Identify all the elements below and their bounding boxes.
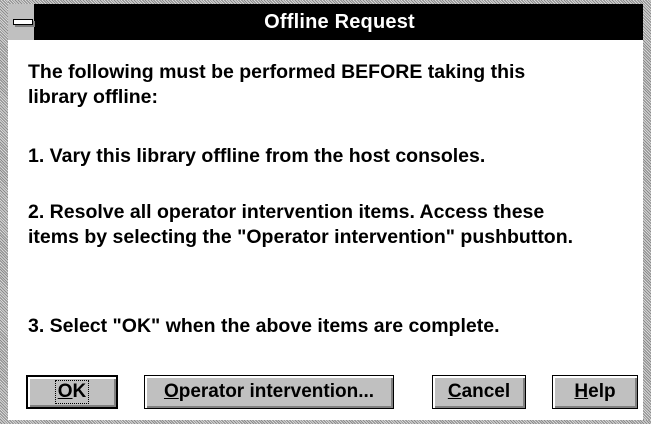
cancel-label-rest: ancel — [461, 381, 511, 402]
dialog-body: The following must be performed BEFORE t… — [8, 40, 643, 420]
step-3-text: 3. Select "OK" when the above items are … — [28, 315, 500, 337]
step-2-text: 2. Resolve all operator intervention ite… — [28, 200, 573, 250]
help-mnemonic: H — [574, 381, 589, 402]
operator-intervention-button[interactable]: Operator intervention... — [144, 375, 394, 409]
ok-label-rest: K — [72, 381, 87, 402]
window-title: Offline Request — [264, 11, 415, 33]
intro-text: The following must be performed BEFORE t… — [28, 60, 525, 110]
window-frame-right[interactable] — [643, 0, 651, 424]
offline-request-dialog: Offline Request The following must be pe… — [0, 0, 651, 424]
cancel-mnemonic: C — [447, 381, 462, 402]
window-frame-left[interactable] — [0, 0, 8, 424]
title-bar[interactable]: Offline Request — [8, 4, 643, 40]
window-frame-bottom[interactable] — [0, 420, 651, 424]
system-menu-button[interactable] — [8, 4, 36, 40]
ok-mnemonic: O — [57, 381, 73, 402]
step-1-text: 1. Vary this library offline from the ho… — [28, 145, 486, 167]
ok-button[interactable]: OK — [26, 375, 118, 409]
step-2-line-2: items by selecting the "Operator interve… — [28, 226, 574, 248]
help-label-rest: elp — [588, 381, 616, 402]
ok-focus-rect: OK — [54, 380, 90, 404]
cancel-button[interactable]: Cancel — [432, 375, 526, 409]
operator-label-rest: perator intervention... — [178, 381, 375, 402]
intro-line-2: library offline: — [28, 86, 159, 108]
help-button[interactable]: Help — [552, 375, 638, 409]
system-menu-icon — [13, 19, 33, 25]
intro-line-1: The following must be performed BEFORE t… — [28, 61, 526, 83]
operator-mnemonic: O — [163, 381, 179, 402]
step-2-line-1: 2. Resolve all operator intervention ite… — [28, 201, 545, 223]
